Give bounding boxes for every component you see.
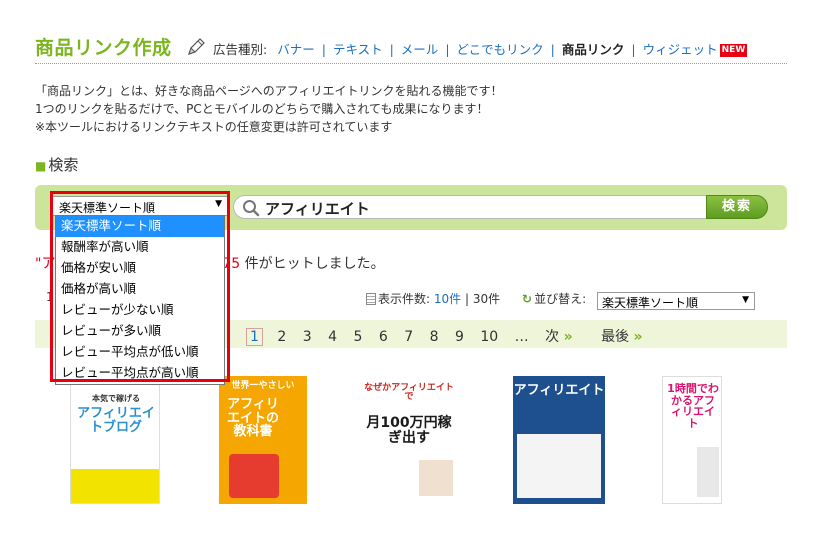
page-link[interactable]: 6 (379, 329, 388, 345)
result-range-text: 1 (46, 290, 54, 304)
book-title: アフィリエイトブログ (77, 406, 155, 435)
pagination: 1 2 3 4 5 6 7 8 9 10 … 次 » 最後 » (246, 326, 655, 346)
next-label: 次 (545, 329, 560, 345)
page-link[interactable]: 8 (430, 329, 439, 345)
book-cover-1[interactable]: 本気で稼げる アフィリエイトブログ (70, 376, 160, 504)
sort-options-dropdown: 楽天標準ソート順 報酬率が高い順 価格が安い順 価格が高い順 レビューが少ない順… (55, 215, 225, 385)
search-section-title: ■ 検索 (35, 154, 78, 175)
book-cover-5[interactable]: 1時間でわかるアフィリエイト (662, 376, 722, 504)
hit-suffix: 件がヒットしました。 (244, 256, 385, 272)
page-link[interactable]: 9 (455, 329, 464, 345)
hit-keyword: "ア (35, 256, 56, 272)
last-page-link[interactable]: 最後 » (601, 326, 643, 346)
ad-type-nav: 広告種別: バナー | テキスト | メール | どこでもリンク | 商品リンク | ウィジェット N… (213, 42, 748, 57)
nav-banner-link[interactable]: バナー (277, 42, 315, 57)
description-line: 「商品リンク」とは、好きな商品ページへのアフィリエイトリンクを貼れる機能です！ (35, 84, 503, 98)
page-link[interactable]: 3 (303, 329, 312, 345)
book-illustration (697, 447, 719, 497)
book-subtitle: なぜかアフィリエイトで (364, 383, 454, 403)
page-title: 商品リンク作成 (35, 37, 172, 59)
description: 「商品リンク」とは、好きな商品ページへのアフィリエイトリンクを貼れる機能です！ … (35, 82, 503, 136)
sort-option[interactable]: レビュー平均点が高い順 (56, 363, 224, 384)
book-title: アフィリエイト (513, 383, 605, 398)
sort-select[interactable]: 楽天標準ソート順 ▼ (597, 292, 755, 310)
sort-option[interactable]: レビューが多い順 (56, 321, 224, 342)
sort-label: ↻ 並び替え: (522, 290, 586, 307)
display-30-current[interactable]: 30件 (473, 292, 500, 306)
dropdown-arrow-icon: ▼ (215, 199, 222, 209)
sort-label-text: 並び替え: (534, 292, 587, 306)
book-title: アフィリエイトの教科書 (226, 397, 279, 440)
nav-widget-link[interactable]: ウィジェット (643, 42, 718, 57)
sort-option[interactable]: 報酬率が高い順 (56, 237, 224, 258)
pager-ellipsis: … (514, 329, 529, 345)
header: 商品リンク作成 広告種別: バナー | テキスト | メール | どこでもリンク | 商品リンク… (35, 30, 787, 64)
pencil-icon (188, 38, 205, 55)
display-count-label: 表示件数: (378, 292, 431, 306)
page-current: 1 (246, 328, 263, 346)
page-link[interactable]: 2 (277, 329, 286, 345)
ad-type-label: 広告種別: (213, 42, 268, 57)
description-line: 1つのリンクを貼るだけで、PCとモバイルのどちらで購入されても成果になります！ (35, 102, 489, 116)
search-input[interactable]: アフィリエイト (233, 195, 711, 219)
nav-text-link[interactable]: テキスト (333, 42, 383, 57)
document-icon (366, 293, 376, 305)
sort-option[interactable]: 価格が高い順 (56, 279, 224, 300)
search-query: アフィリエイト (265, 200, 370, 218)
book-subtitle: 本気で稼げる (92, 394, 140, 403)
search-button[interactable]: 検索 (706, 195, 768, 219)
sort-option-selected[interactable]: 楽天標準ソート順 (56, 216, 224, 237)
page-link[interactable]: 5 (354, 329, 363, 345)
display-separator: | (464, 292, 470, 306)
book-cover-3[interactable]: なぜかアフィリエイトで 月100万円稼ぎ出す (363, 376, 455, 504)
last-label: 最後 (601, 329, 630, 345)
next-page-link[interactable]: 次 » (545, 326, 573, 346)
book-band (229, 454, 279, 498)
sort-select-value: 楽天標準ソート順 (602, 296, 699, 310)
sort-option[interactable]: レビューが少ない順 (56, 300, 224, 321)
book-illustration (419, 460, 453, 496)
refresh-icon: ↻ (522, 292, 533, 306)
book-band (71, 469, 159, 503)
page-link[interactable]: 7 (404, 329, 413, 345)
sort-option[interactable]: レビュー平均点が低い順 (56, 342, 224, 363)
dropdown-arrow-icon: ▼ (742, 295, 749, 305)
book-cover-2[interactable]: 世界一やさしい アフィリエイトの教科書 (219, 376, 307, 504)
nav-product-link-current: 商品リンク (561, 42, 625, 57)
book-title: 月100万円稼ぎ出す (366, 415, 452, 446)
double-chevron-icon: » (563, 329, 573, 345)
sort-order-select[interactable]: 楽天標準ソート順 ▼ (52, 196, 228, 216)
description-line: ※本ツールにおけるリンクテキストの任意変更は許可されています (35, 120, 393, 134)
book-subtitle: 世界一やさしい (231, 381, 295, 391)
search-icon (243, 200, 260, 217)
display-10-link[interactable]: 10件 (434, 292, 461, 306)
nav-mail-link[interactable]: メール (401, 42, 439, 57)
page-link[interactable]: 4 (328, 329, 337, 345)
book-title: 1時間でわかるアフィリエイト (667, 382, 719, 430)
display-count: 表示件数: 10件 | 30件 (366, 290, 500, 307)
sort-order-value: 楽天標準ソート順 (59, 201, 156, 215)
double-chevron-icon: » (633, 329, 643, 345)
nav-anywhere-link[interactable]: どこでもリンク (457, 42, 544, 57)
page-link[interactable]: 10 (480, 329, 498, 345)
book-cover-4[interactable]: アフィリエイト (513, 376, 605, 504)
new-badge: NEW (719, 44, 748, 57)
square-bullet-icon: ■ (35, 159, 47, 173)
search-section-label: 検索 (48, 156, 79, 174)
sort-option[interactable]: 価格が安い順 (56, 258, 224, 279)
book-band (517, 434, 601, 498)
